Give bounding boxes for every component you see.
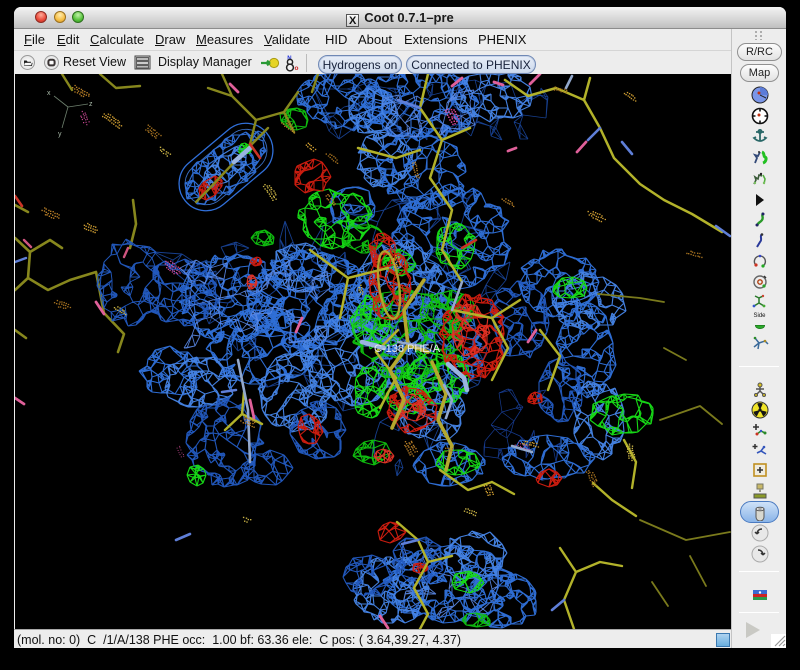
svg-text:x: x	[47, 90, 51, 97]
svg-text:y: y	[58, 131, 62, 138]
svg-text:o: o	[295, 65, 299, 72]
svg-text:z: z	[89, 101, 93, 108]
svg-text:C-138 PHE/A: C-138 PHE/A	[374, 343, 441, 355]
